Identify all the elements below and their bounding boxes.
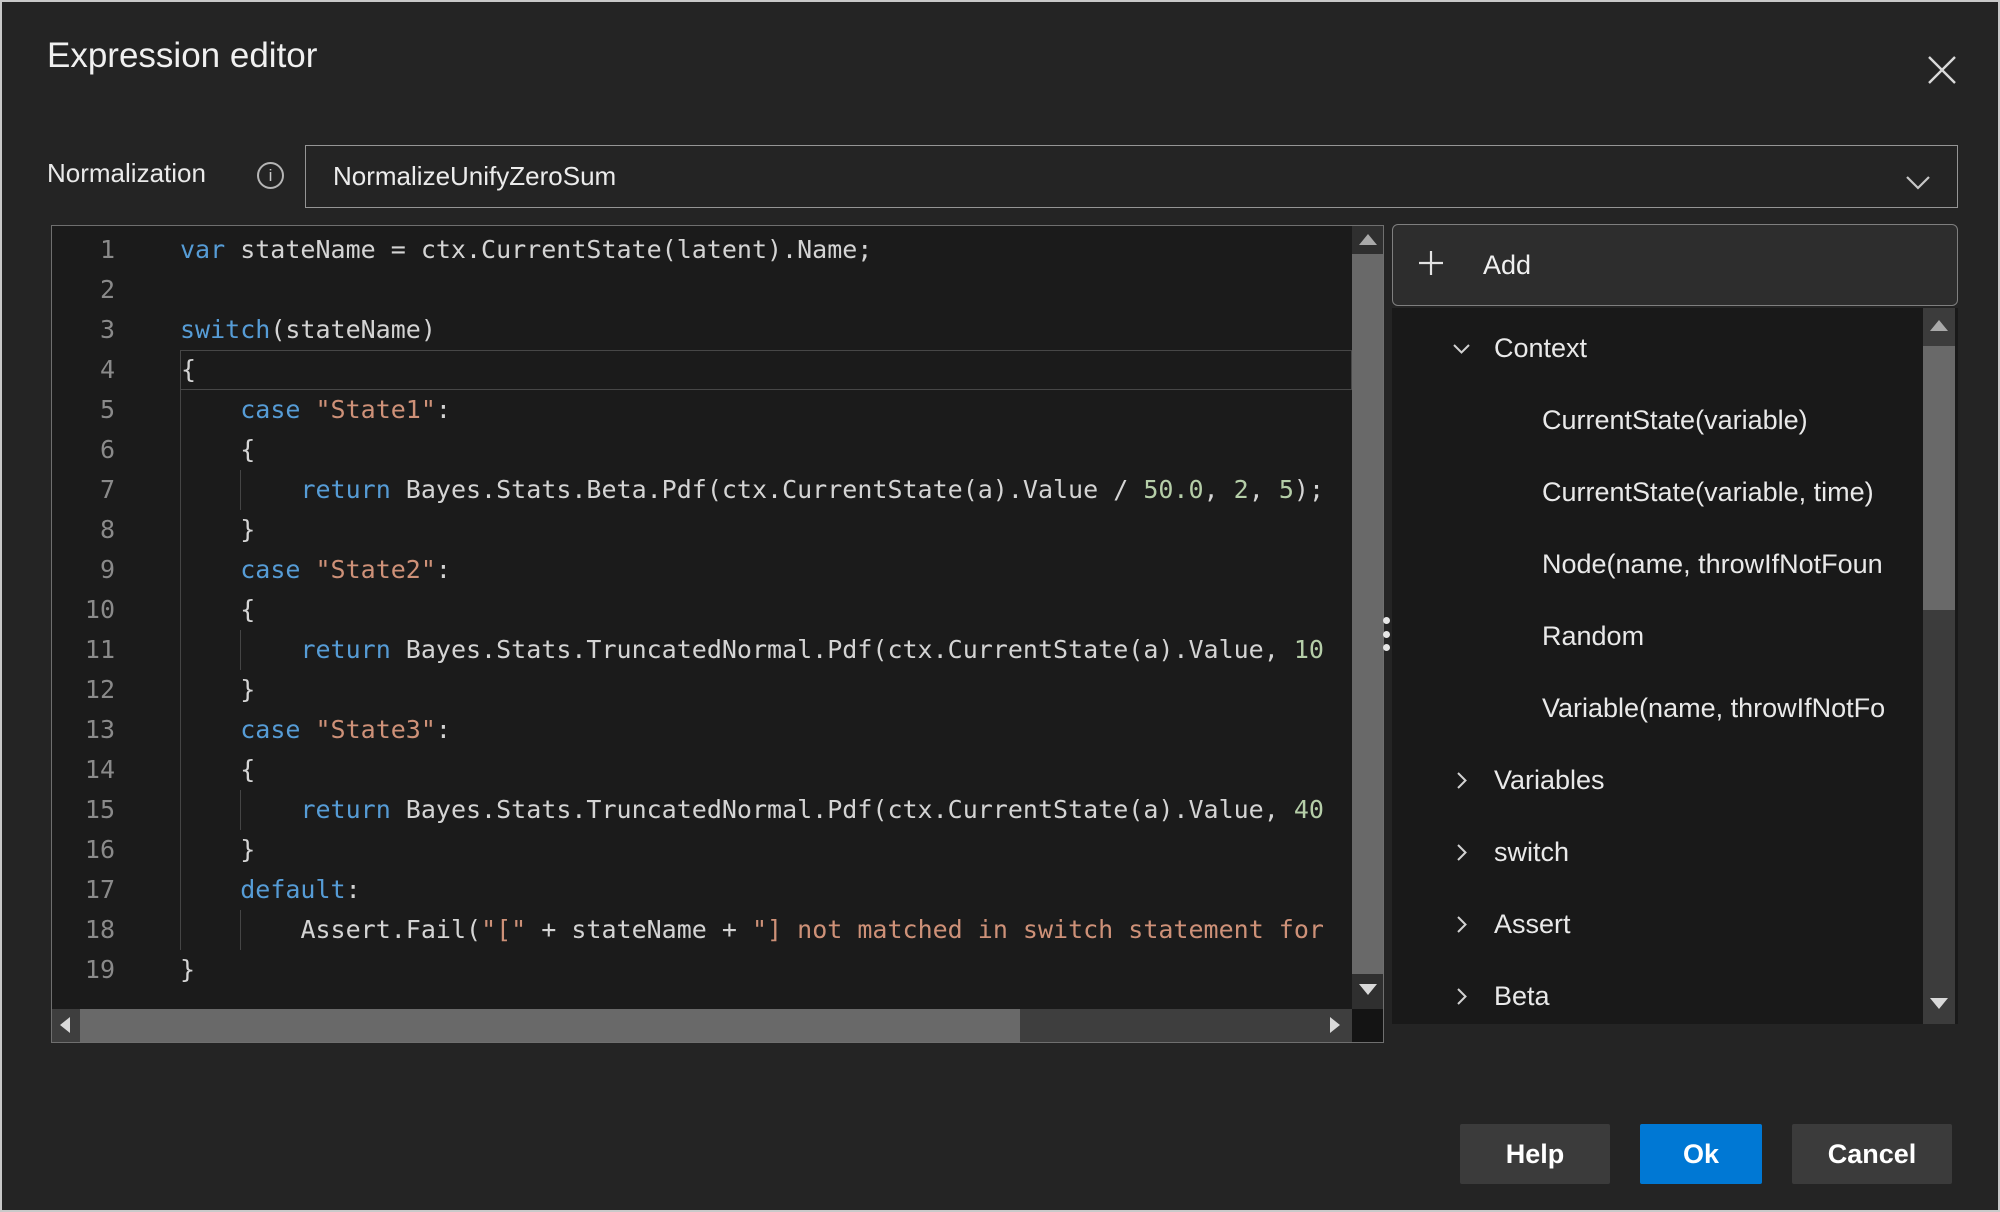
tree-item-label: Node(name, throwIfNotFoun <box>1542 549 1883 580</box>
line-number: 1 <box>52 230 167 270</box>
scroll-down-icon[interactable] <box>1930 998 1948 1009</box>
tree-item-label: Context <box>1494 333 1587 364</box>
code-editor[interactable]: 12345678910111213141516171819 var stateN… <box>51 225 1384 1043</box>
code-line[interactable] <box>180 270 1352 310</box>
code-line[interactable]: default: <box>180 870 1352 910</box>
chevron-right-icon[interactable] <box>1448 911 1475 938</box>
vertical-scrollbar-thumb[interactable] <box>1352 254 1383 974</box>
code-lines[interactable]: var stateName = ctx.CurrentState(latent)… <box>167 226 1352 1009</box>
plus-icon <box>1417 249 1445 282</box>
ok-button-label: Ok <box>1683 1139 1719 1170</box>
line-number: 15 <box>52 790 167 830</box>
code-line[interactable]: case "State3": <box>180 710 1352 750</box>
dropdown-value: NormalizeUnifyZeroSum <box>333 161 616 192</box>
tree-item[interactable]: CurrentState(variable) <box>1392 384 1923 456</box>
code-line[interactable]: { <box>180 430 1352 470</box>
code-line[interactable]: return Bayes.Stats.Beta.Pdf(ctx.CurrentS… <box>180 470 1352 510</box>
code-line[interactable]: return Bayes.Stats.TruncatedNormal.Pdf(c… <box>180 790 1352 830</box>
line-number: 18 <box>52 910 167 950</box>
close-button[interactable] <box>1918 48 1966 96</box>
scroll-left-icon[interactable] <box>60 1017 70 1033</box>
tree-group[interactable]: Beta <box>1392 960 1923 1024</box>
ok-button[interactable]: Ok <box>1640 1124 1762 1184</box>
scroll-up-icon[interactable] <box>1930 320 1948 331</box>
add-button[interactable]: Add <box>1392 224 1958 306</box>
cancel-button-label: Cancel <box>1828 1139 1917 1170</box>
tree-item-label: CurrentState(variable, time) <box>1542 477 1874 508</box>
code-line[interactable]: { <box>180 590 1352 630</box>
info-icon[interactable]: i <box>257 162 284 189</box>
tree-item-label: Assert <box>1494 909 1571 940</box>
line-number: 14 <box>52 750 167 790</box>
scrollbar-corner <box>1352 1009 1383 1042</box>
tree-item[interactable]: Random <box>1392 600 1923 672</box>
close-icon <box>1924 52 1960 93</box>
code-line[interactable]: { <box>180 750 1352 790</box>
line-number: 2 <box>52 270 167 310</box>
chevron-right-icon[interactable] <box>1448 767 1475 794</box>
page-title: Expression editor <box>47 36 317 76</box>
function-tree-panel: Context CurrentState(variable) CurrentStat… <box>1392 308 1958 1024</box>
scroll-right-icon[interactable] <box>1330 1017 1340 1033</box>
tree-item-label: Random <box>1542 621 1644 652</box>
tree-scrollbar-thumb[interactable] <box>1923 346 1955 610</box>
scroll-down-icon[interactable] <box>1359 984 1377 995</box>
chevron-right-icon[interactable] <box>1448 839 1475 866</box>
code-line[interactable]: case "State2": <box>180 550 1352 590</box>
tree-item-label: CurrentState(variable) <box>1542 405 1808 436</box>
help-button[interactable]: Help <box>1460 1124 1610 1184</box>
tree-rows: Context CurrentState(variable) CurrentStat… <box>1392 312 1923 1024</box>
cancel-button[interactable]: Cancel <box>1792 1124 1952 1184</box>
line-number: 16 <box>52 830 167 870</box>
normalization-label: Normalization <box>47 158 206 189</box>
tree-item-label: Beta <box>1494 981 1550 1012</box>
line-number: 8 <box>52 510 167 550</box>
code-line[interactable]: } <box>180 950 1352 990</box>
line-number: 4 <box>52 350 167 390</box>
editor-horizontal-scrollbar[interactable] <box>52 1009 1352 1042</box>
splitter-gripper-icon[interactable] <box>1379 617 1393 651</box>
line-number: 5 <box>52 390 167 430</box>
chevron-right-icon[interactable] <box>1448 983 1475 1010</box>
chevron-down-icon <box>1905 168 1931 199</box>
line-numbers: 12345678910111213141516171819 <box>52 226 167 1009</box>
line-number: 9 <box>52 550 167 590</box>
normalization-dropdown[interactable]: NormalizeUnifyZeroSum <box>305 145 1958 208</box>
code-line[interactable]: case "State1": <box>180 390 1352 430</box>
line-number: 7 <box>52 470 167 510</box>
tree-vertical-scrollbar[interactable] <box>1923 308 1955 1024</box>
tree-item[interactable]: CurrentState(variable, time) <box>1392 456 1923 528</box>
tree-item[interactable]: Node(name, throwIfNotFoun <box>1392 528 1923 600</box>
line-number: 17 <box>52 870 167 910</box>
line-number: 6 <box>52 430 167 470</box>
line-number: 11 <box>52 630 167 670</box>
help-button-label: Help <box>1506 1139 1565 1170</box>
chevron-down-icon[interactable] <box>1448 335 1475 362</box>
code-line[interactable]: } <box>180 510 1352 550</box>
horizontal-scrollbar-thumb[interactable] <box>80 1009 1020 1042</box>
code-line[interactable]: var stateName = ctx.CurrentState(latent)… <box>180 230 1352 270</box>
tree-group[interactable]: Variables <box>1392 744 1923 816</box>
tree-item[interactable]: Variable(name, throwIfNotFo <box>1392 672 1923 744</box>
tree-group[interactable]: switch <box>1392 816 1923 888</box>
line-number: 12 <box>52 670 167 710</box>
code-line[interactable]: switch(stateName) <box>180 310 1352 350</box>
code-line[interactable]: Assert.Fail("[" + stateName + "] not mat… <box>180 910 1352 950</box>
tree-group[interactable]: Assert <box>1392 888 1923 960</box>
code-line[interactable]: { <box>180 350 1352 390</box>
code-line[interactable]: return Bayes.Stats.TruncatedNormal.Pdf(c… <box>180 630 1352 670</box>
line-number: 19 <box>52 950 167 990</box>
scroll-up-icon[interactable] <box>1359 234 1377 245</box>
add-button-label: Add <box>1483 250 1531 281</box>
line-number: 13 <box>52 710 167 750</box>
tree-item-label: switch <box>1494 837 1569 868</box>
tree-item-label: Variable(name, throwIfNotFo <box>1542 693 1885 724</box>
code-line[interactable]: } <box>180 830 1352 870</box>
line-number: 10 <box>52 590 167 630</box>
tree-item-label: Variables <box>1494 765 1605 796</box>
line-number: 3 <box>52 310 167 350</box>
expression-editor-dialog: Expression editor Normalization i Normal… <box>0 0 2000 1212</box>
code-line[interactable]: } <box>180 670 1352 710</box>
tree-group[interactable]: Context <box>1392 312 1923 384</box>
